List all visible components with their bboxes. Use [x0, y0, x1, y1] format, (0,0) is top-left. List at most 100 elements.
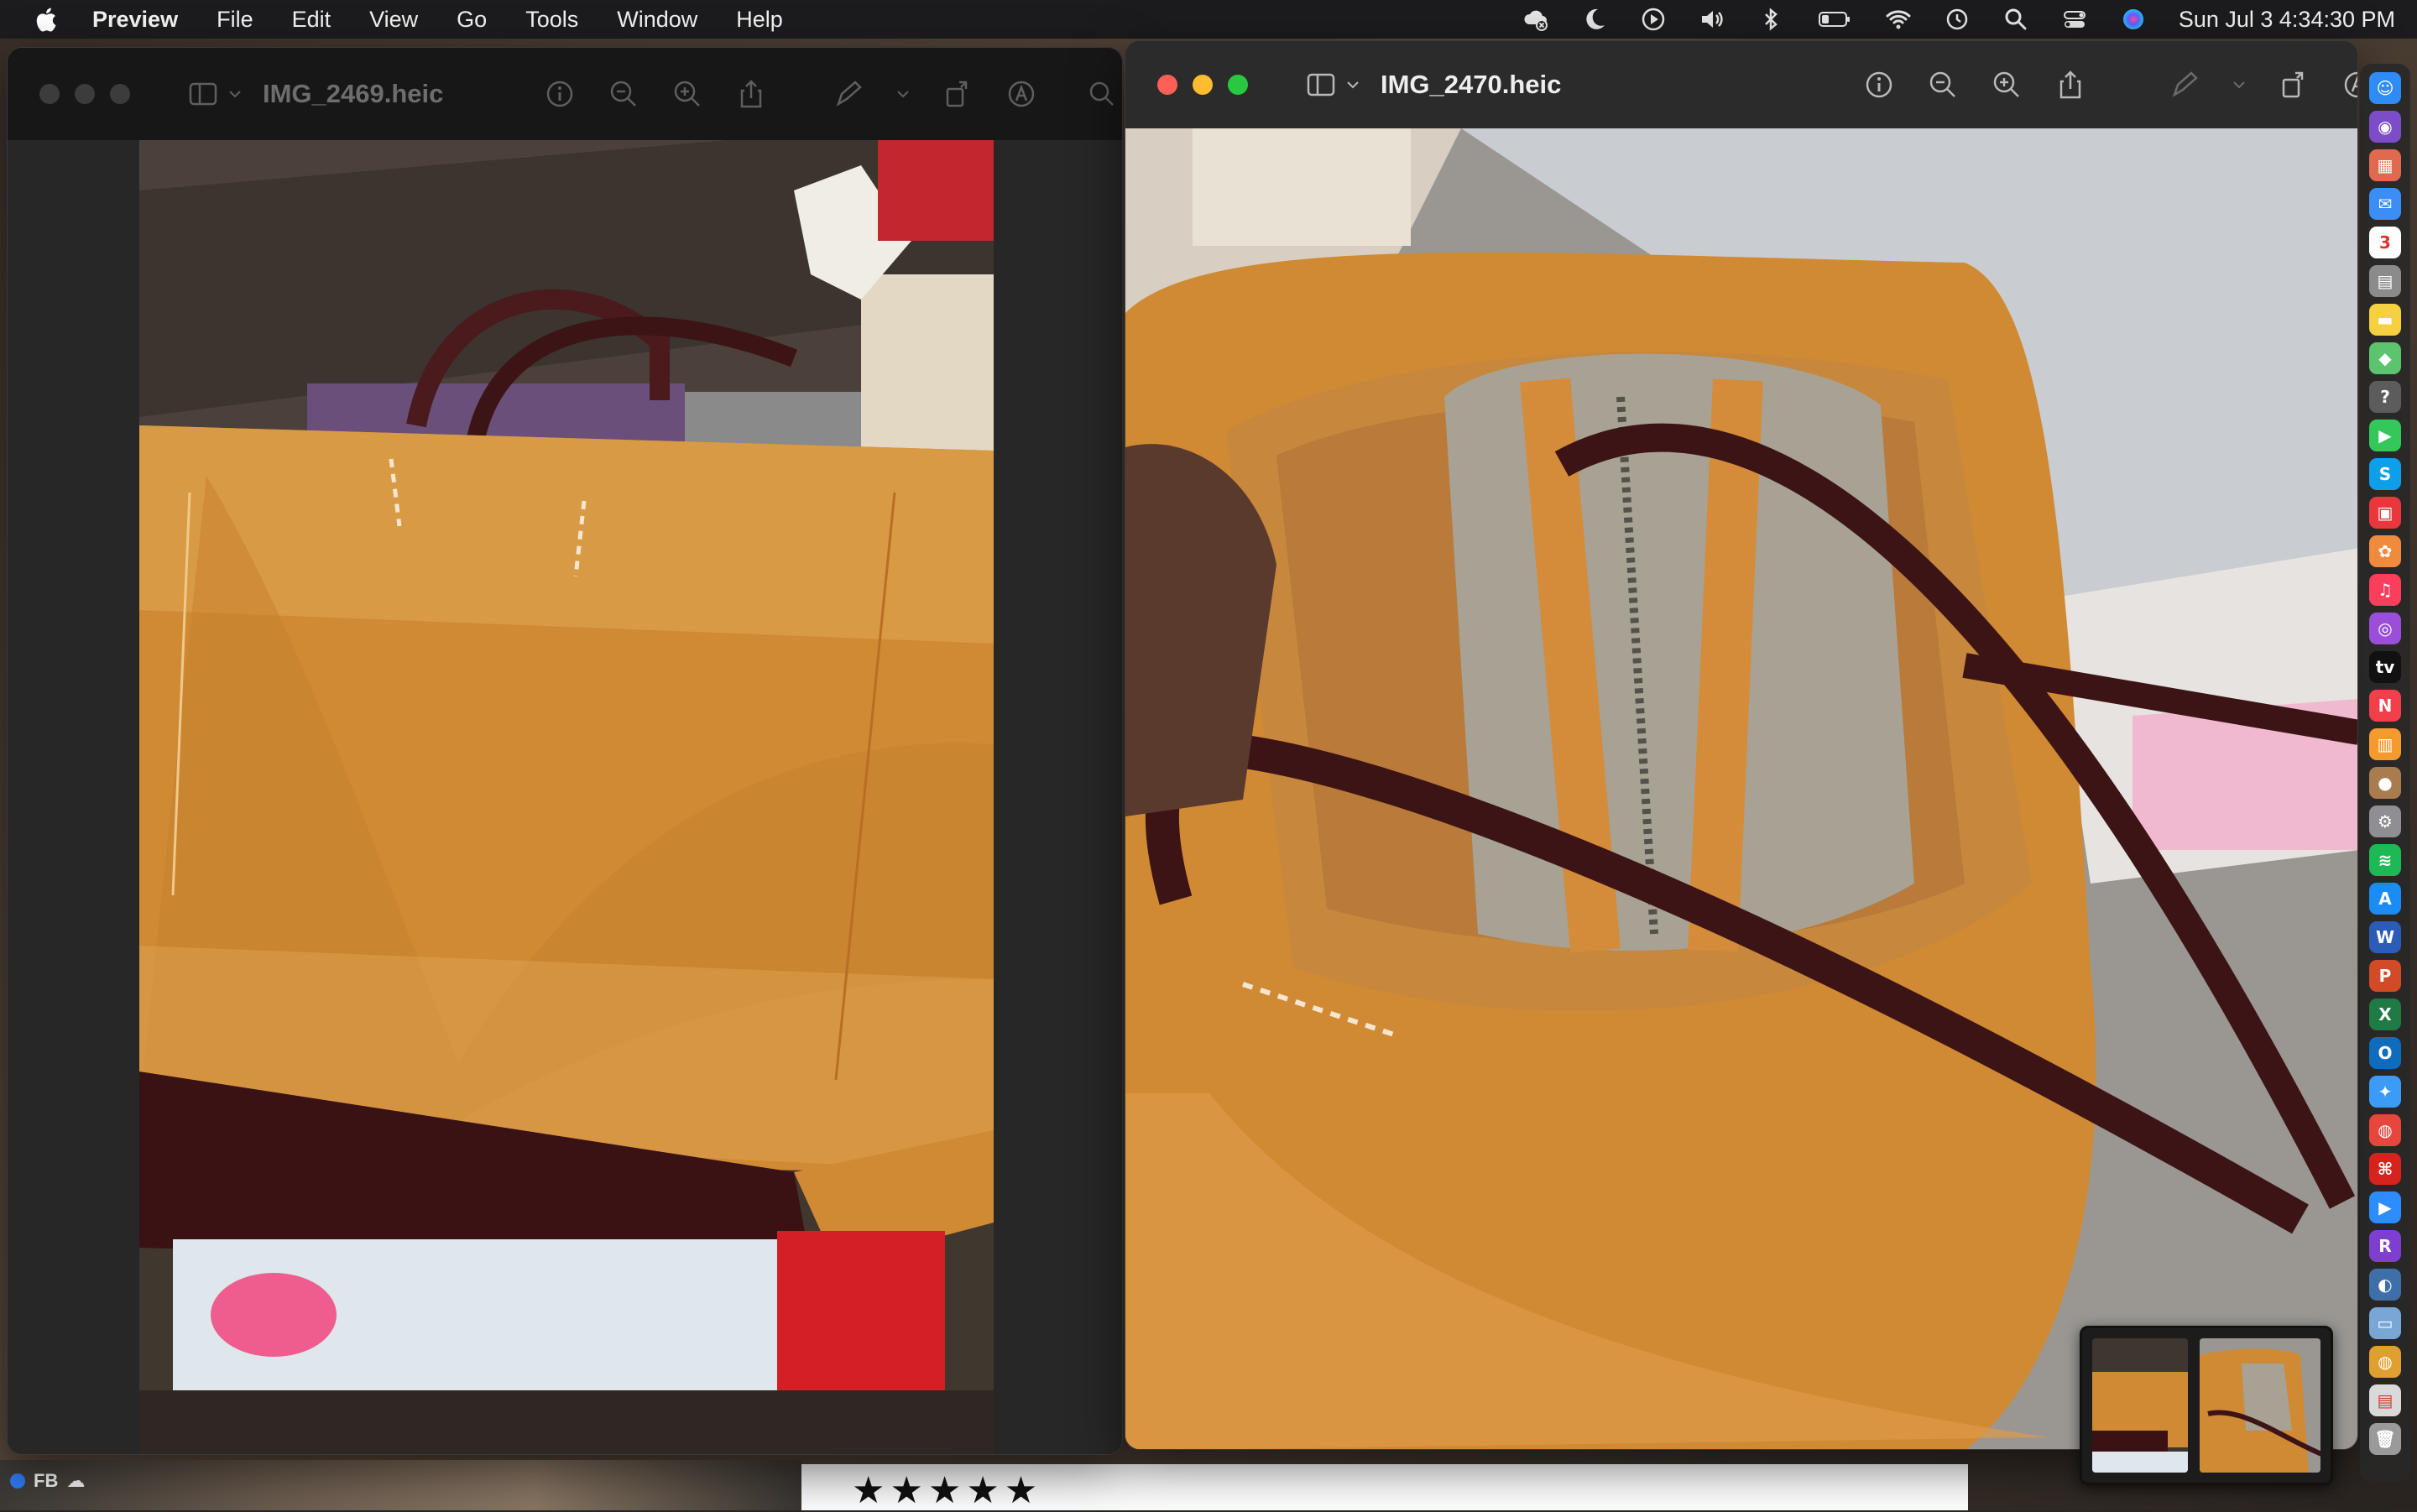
menu-help[interactable]: Help: [736, 7, 783, 33]
markup-icon[interactable]: [2169, 70, 2200, 100]
chevron-down-icon: [229, 91, 241, 98]
dock-app-finder-dog[interactable]: ●: [2369, 767, 2401, 799]
dock-app-books[interactable]: ▥: [2369, 728, 2401, 760]
status-area: Sun Jul 3 4:34:30 PM: [1522, 0, 2395, 39]
star-rating: ★★★★★: [852, 1469, 1043, 1512]
dock-app-tv[interactable]: tv: [2369, 651, 2401, 683]
sidebar-toggle-button[interactable]: [1307, 72, 1359, 97]
dock-app-powerpoint[interactable]: P: [2369, 960, 2401, 992]
control-center-icon[interactable]: [2061, 6, 2088, 33]
dock-app-system-preferences[interactable]: ⚙: [2369, 806, 2401, 837]
dock-app-preview[interactable]: ▭: [2369, 1307, 2401, 1339]
dock-app-word[interactable]: W: [2369, 921, 2401, 953]
traffic-lights: [39, 84, 130, 104]
dock-app-photo-booth[interactable]: ▣: [2369, 497, 2401, 529]
desktop-wallpaper-strip: [0, 1460, 801, 1510]
annotate-icon[interactable]: [1006, 79, 1036, 109]
zoom-in-icon[interactable]: [672, 79, 702, 109]
menu-file[interactable]: File: [217, 7, 253, 33]
apple-icon[interactable]: [34, 6, 57, 34]
dock-app-facetime[interactable]: ▶: [2369, 420, 2401, 451]
menu-window[interactable]: Window: [617, 7, 697, 33]
share-icon[interactable]: [736, 79, 766, 109]
close-button[interactable]: [39, 84, 60, 104]
image-canvas[interactable]: [1125, 128, 2357, 1449]
window-titlebar[interactable]: IMG_2470.heic: [1125, 41, 2357, 128]
share-icon[interactable]: [2055, 70, 2086, 100]
dock-app-notes[interactable]: ▬: [2369, 304, 2401, 336]
dock-app-calculator[interactable]: ▤: [2369, 265, 2401, 297]
zoom-out-icon[interactable]: [1928, 70, 1958, 100]
dock-app-trash[interactable]: 🗑: [2369, 1423, 2401, 1455]
dock-app-mail[interactable]: ✉: [2369, 188, 2401, 220]
dock-app-finder[interactable]: ☺: [2369, 72, 2401, 104]
window-titlebar[interactable]: IMG_2469.heic: [8, 48, 1122, 140]
dock-app-help[interactable]: ?: [2369, 381, 2401, 413]
markup-chevron-icon[interactable]: [897, 90, 909, 98]
dock-app-music[interactable]: ♫: [2369, 574, 2401, 606]
markup-chevron-icon[interactable]: [2233, 81, 2245, 89]
dock-app-spotify[interactable]: ≋: [2369, 844, 2401, 876]
dock-app-skype[interactable]: S: [2369, 458, 2401, 490]
icloud-error-icon[interactable]: [1522, 6, 1549, 33]
close-button[interactable]: [1157, 75, 1177, 95]
zoom-out-icon[interactable]: [608, 79, 639, 109]
menubar-clock[interactable]: Sun Jul 3 4:34:30 PM: [2179, 7, 2395, 33]
bluetooth-icon[interactable]: [1757, 6, 1784, 33]
dock-app-safari[interactable]: ✦: [2369, 1076, 2401, 1108]
annotate-icon[interactable]: [2342, 70, 2358, 100]
thumbnail-left-image: [2092, 1338, 2188, 1473]
info-icon[interactable]: [545, 79, 575, 109]
menu-go[interactable]: Go: [457, 7, 487, 33]
dock-app-outlook[interactable]: O: [2369, 1037, 2401, 1069]
background-browser-page: ★★★★★: [801, 1464, 1968, 1512]
screenshot-thumbnail-preview[interactable]: [2080, 1326, 2333, 1485]
siri-icon[interactable]: [2120, 6, 2147, 33]
dock-app-launchpad[interactable]: ▦: [2369, 149, 2401, 181]
dock-app-news[interactable]: N: [2369, 690, 2401, 722]
search-icon[interactable]: [2002, 6, 2029, 33]
info-icon[interactable]: [1864, 70, 1894, 100]
time-machine-icon[interactable]: [1944, 6, 1971, 33]
moon-icon[interactable]: [1581, 6, 1608, 33]
menu-app-name[interactable]: Preview: [92, 7, 178, 33]
dock-app-r-app[interactable]: R: [2369, 1230, 2401, 1262]
preview-window-right[interactable]: IMG_2470.heic: [1125, 40, 2358, 1450]
dock-app-chrome[interactable]: ◍: [2369, 1114, 2401, 1146]
menu-tools[interactable]: Tools: [525, 7, 578, 33]
image-canvas[interactable]: [8, 140, 1122, 1454]
dock-app-app-store[interactable]: A: [2369, 883, 2401, 915]
menu-edit[interactable]: Edit: [292, 7, 331, 33]
rotate-icon[interactable]: [942, 79, 973, 109]
wifi-icon[interactable]: [1885, 6, 1912, 33]
volume-icon[interactable]: [1699, 6, 1725, 33]
desktop-fb-item[interactable]: FB ☁: [10, 1470, 85, 1492]
dock-app-podcasts[interactable]: ◎: [2369, 613, 2401, 644]
cloud-download-icon: ☁: [66, 1470, 86, 1491]
menu-bar: Preview File Edit View Go Tools Window H…: [0, 0, 2417, 39]
dock-app-chrome-2[interactable]: ◍: [2369, 1346, 2401, 1378]
zoom-in-icon[interactable]: [1992, 70, 2022, 100]
dock-app-zoom[interactable]: ▶: [2369, 1191, 2401, 1223]
preview-window-left[interactable]: IMG_2469.heic: [7, 47, 1123, 1455]
dock-app-siri[interactable]: ◉: [2369, 111, 2401, 143]
dock-app-photos[interactable]: ✿: [2369, 535, 2401, 567]
dock-app-excel[interactable]: X: [2369, 998, 2401, 1030]
blue-dot-icon: [10, 1473, 25, 1489]
dock-app-downloads[interactable]: ▤: [2369, 1384, 2401, 1416]
sidebar-toggle-button[interactable]: [189, 81, 241, 107]
minimize-button[interactable]: [75, 84, 95, 104]
battery-icon[interactable]: [1816, 6, 1853, 33]
dock-app-maps[interactable]: ◆: [2369, 342, 2401, 374]
zoom-button[interactable]: [110, 84, 130, 104]
zoom-button[interactable]: [1228, 75, 1248, 95]
search-icon[interactable]: [1087, 79, 1117, 109]
rotate-icon[interactable]: [2279, 70, 2309, 100]
markup-icon[interactable]: [833, 79, 864, 109]
play-icon[interactable]: [1640, 6, 1667, 33]
menu-view[interactable]: View: [369, 7, 418, 33]
dock-app-calendar[interactable]: 3: [2369, 227, 2401, 258]
minimize-button[interactable]: [1193, 75, 1213, 95]
dock-app-lens[interactable]: ◐: [2369, 1269, 2401, 1301]
dock-app-acrobat[interactable]: ⌘: [2369, 1153, 2401, 1185]
